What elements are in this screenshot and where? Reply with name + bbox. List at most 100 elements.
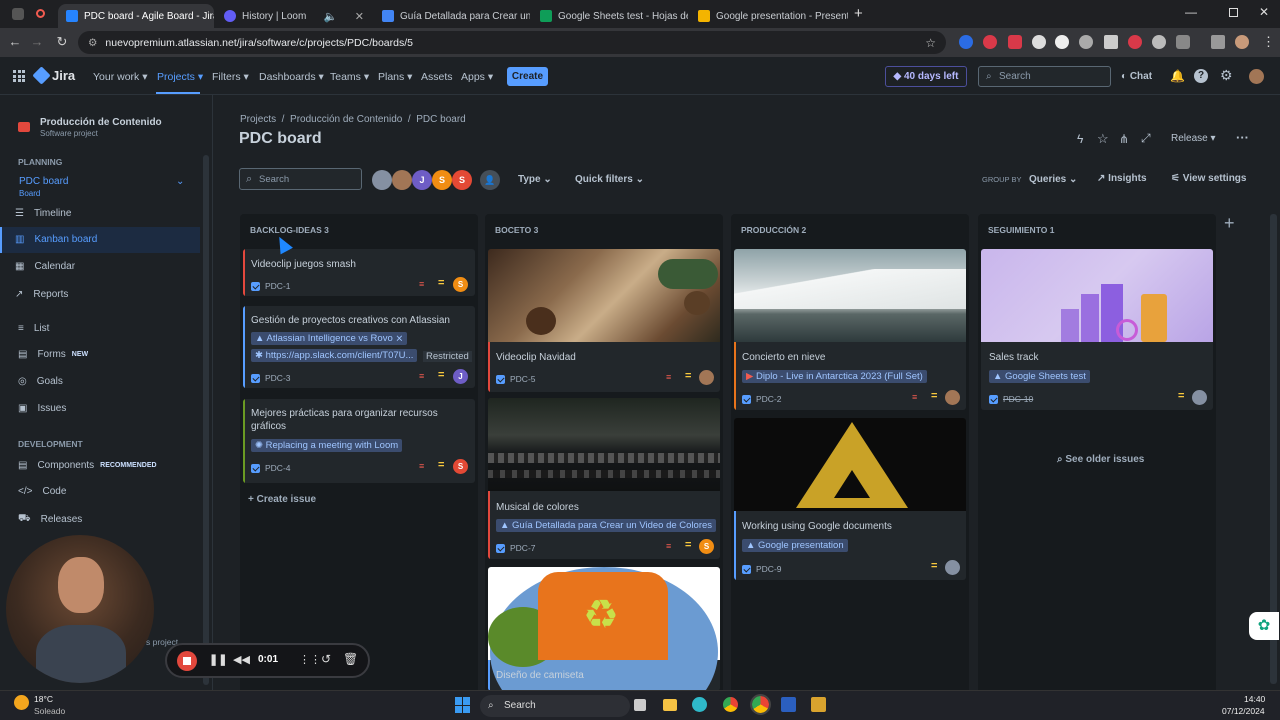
extension-icon[interactable]: [983, 35, 997, 49]
create-issue-button[interactable]: + Create issue: [248, 494, 316, 505]
card-pdc-2[interactable]: Concierto en nieve ▶ Diplo - Live in Ant…: [734, 249, 966, 410]
star-icon[interactable]: ☆: [1097, 131, 1109, 147]
help-icon[interactable]: ?: [1194, 69, 1208, 83]
avatar-photo[interactable]: [392, 170, 412, 190]
app-switcher-icon[interactable]: [13, 70, 25, 82]
draw-icon[interactable]: ⋮⋮: [299, 653, 321, 666]
jira-logo[interactable]: Jira: [32, 66, 75, 85]
tab-jira[interactable]: PDC board - Agile Board - Jira✕: [58, 4, 214, 28]
release-button[interactable]: Release ▾: [1171, 133, 1216, 144]
webcam-bubble[interactable]: [6, 535, 154, 683]
chrome-menu-icon[interactable]: ⋮: [1262, 34, 1275, 50]
sidebar-item-issues[interactable]: ▣ Issues: [18, 403, 66, 414]
browser-menu-icon[interactable]: [12, 8, 24, 20]
sidebar-scrollbar[interactable]: [203, 155, 209, 685]
extension-icon[interactable]: [1055, 35, 1069, 49]
board-switcher[interactable]: PDC board Board ⌄: [8, 170, 194, 200]
new-tab-button[interactable]: +: [854, 5, 863, 22]
sidebar-item-calendar[interactable]: ▦ Calendar: [15, 261, 75, 272]
sidebar-item-timeline[interactable]: ☰ Timeline: [15, 208, 71, 219]
avatar-s[interactable]: S: [432, 170, 452, 190]
card-pdc-10[interactable]: Sales track ▲ Google Sheets test PDC-10 …: [981, 249, 1213, 410]
assignee-avatar[interactable]: [945, 390, 960, 405]
sidebar-item-goals[interactable]: ◎ Goals: [18, 376, 63, 387]
card-pdc-9[interactable]: Working using Google documents ▲ Google …: [734, 418, 966, 580]
card-pdc-5[interactable]: Videoclip Navidad PDC-5 ≡ =: [488, 249, 720, 392]
reload-icon[interactable]: ↻: [49, 34, 75, 50]
card-pdc-7[interactable]: Musical de colores ▲ Guía Detallada para…: [488, 398, 720, 559]
sidebar-item-code[interactable]: </> Code: [18, 486, 66, 497]
unassigned-avatar[interactable]: [945, 560, 960, 575]
tab-loom[interactable]: History | Loom 🔈 ✕: [216, 4, 372, 28]
card-pdc-1[interactable]: Videoclip juegos smash PDC-1 ≡ = S: [243, 249, 475, 296]
tab-guia[interactable]: Guía Detallada para Crear un V✕: [374, 4, 530, 28]
project-name[interactable]: Producción de Contenido: [40, 117, 162, 128]
tab-sheets[interactable]: Google Sheets test - Hojas de c✕: [532, 4, 688, 28]
type-filter[interactable]: Type ⌄: [518, 174, 552, 185]
assignee-avatar[interactable]: J: [453, 369, 468, 384]
youtube-link[interactable]: ▶ Diplo - Live in Antarctica 2023 (Full …: [742, 370, 927, 383]
stop-record-button[interactable]: [177, 651, 197, 671]
unassigned-avatar[interactable]: [1192, 390, 1207, 405]
breadcrumb-project[interactable]: Producción de Contenido: [290, 114, 402, 125]
loom-link[interactable]: ✺ Replacing a meeting with Loom: [251, 439, 403, 452]
sidebar-item-forms[interactable]: ▤ Forms NEW: [18, 349, 88, 360]
maximize-icon[interactable]: [1229, 8, 1238, 17]
share-icon[interactable]: ⋔: [1119, 132, 1129, 146]
word-icon[interactable]: [781, 697, 796, 712]
sidebar-item-reports[interactable]: ↗ Reports: [15, 289, 68, 300]
sidebar-item-releases[interactable]: ⛟ Releases: [18, 513, 82, 526]
nav-your-work[interactable]: Your work ▾: [93, 71, 148, 83]
chat-button[interactable]: ◐ Chat: [1121, 71, 1152, 82]
notifications-icon[interactable]: 🔔: [1170, 69, 1185, 83]
avatar-j[interactable]: J: [412, 170, 432, 190]
edge-icon[interactable]: [692, 697, 707, 712]
fullscreen-icon[interactable]: ⤢: [1141, 131, 1151, 146]
sidebar-item-components[interactable]: ▤ Components RECOMMENDED: [18, 460, 157, 471]
tab-slides[interactable]: Google presentation - Presenta✕: [690, 4, 848, 28]
card-pdc-3[interactable]: Gestión de proyectos creativos con Atlas…: [243, 306, 475, 388]
extension-icon[interactable]: [1032, 35, 1046, 49]
download-icon[interactable]: [1211, 35, 1225, 49]
slack-link[interactable]: ✱ https://app.slack.com/client/T07U...: [251, 349, 418, 362]
automation-icon[interactable]: ϟ: [1077, 132, 1083, 146]
extension-icon[interactable]: [1079, 35, 1093, 49]
group-by-select[interactable]: Queries ⌄: [1029, 174, 1077, 185]
chrome-active-icon[interactable]: [750, 694, 771, 715]
breadcrumb-board[interactable]: PDC board: [416, 114, 465, 125]
trial-badge[interactable]: ◆ 40 days left: [885, 66, 967, 87]
nav-apps[interactable]: Apps ▾: [461, 71, 493, 83]
board-search-input[interactable]: ⌕ Search: [239, 168, 362, 190]
pause-icon[interactable]: ❚❚: [209, 653, 227, 666]
address-bar[interactable]: ⚙ nuevopremium.atlassian.net/jira/softwa…: [78, 31, 946, 54]
more-icon[interactable]: ···: [1236, 130, 1249, 145]
chrome-icon[interactable]: [723, 697, 738, 712]
chatgpt-bubble-icon[interactable]: ✿: [1249, 612, 1279, 640]
nav-teams[interactable]: Teams ▾: [330, 71, 369, 83]
google-sheets-link[interactable]: ▲ Google Sheets test: [989, 370, 1090, 383]
view-settings-button[interactable]: ⚟ View settings: [1171, 173, 1246, 184]
nav-filters[interactable]: Filters ▾: [212, 71, 249, 83]
close-tab-icon[interactable]: ✕: [355, 10, 364, 23]
record-icon[interactable]: [36, 9, 45, 18]
site-info-icon[interactable]: ⚙: [88, 37, 97, 49]
assignee-avatar[interactable]: S: [453, 459, 468, 474]
taskbar-search[interactable]: ⌕ Search: [480, 695, 630, 717]
sidebar-item-list[interactable]: ≡ List: [18, 323, 49, 334]
profile-avatar[interactable]: [1235, 35, 1249, 49]
file-explorer-icon[interactable]: [663, 699, 677, 711]
avatar-s2[interactable]: S: [452, 170, 472, 190]
confluence-link[interactable]: ▲ Atlassian Intelligence vs Rovo ⨯: [251, 332, 408, 345]
rewind-icon[interactable]: ◀◀: [233, 653, 250, 666]
assignee-avatar[interactable]: [699, 370, 714, 385]
card-camiseta[interactable]: ♻ Diseño de camiseta: [488, 567, 720, 691]
close-window-icon[interactable]: ✕: [1259, 5, 1269, 19]
forward-icon[interactable]: →: [24, 34, 50, 49]
extension-icon[interactable]: [1128, 35, 1142, 49]
extensions-puzzle-icon[interactable]: [1176, 35, 1190, 49]
extension-icon[interactable]: [959, 35, 973, 49]
card-pdc-4[interactable]: Mejores prácticas para organizar recurso…: [243, 399, 475, 483]
nav-assets[interactable]: Assets: [421, 71, 453, 83]
assignee-avatar[interactable]: S: [699, 539, 714, 554]
assignee-avatar[interactable]: S: [453, 277, 468, 292]
